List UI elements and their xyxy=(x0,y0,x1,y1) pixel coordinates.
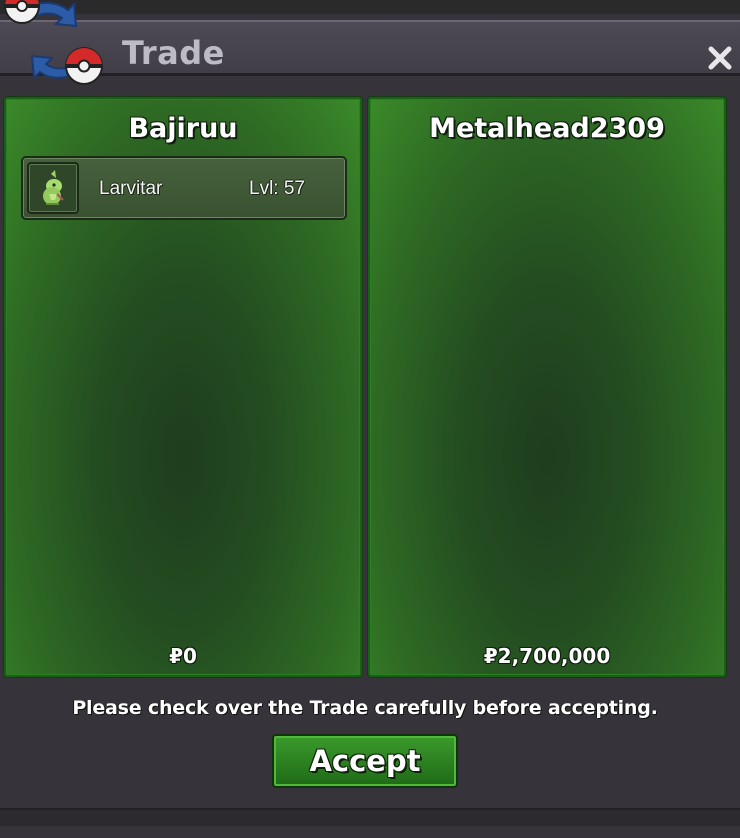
close-button[interactable] xyxy=(702,40,738,76)
my-money-offer: ₽0 xyxy=(169,644,197,668)
partner-offer-panel: Metalhead2309 ₽2,700,000 xyxy=(368,97,726,677)
trade-logo xyxy=(0,0,112,95)
pokemon-level: Lvl: 57 xyxy=(249,178,305,199)
pokemon-name: Larvitar xyxy=(99,178,163,199)
my-player-name: Bajiruu xyxy=(128,113,238,144)
larvitar-sprite-icon xyxy=(43,170,64,205)
partner-player-name: Metalhead2309 xyxy=(429,113,665,144)
accept-button[interactable]: Accept xyxy=(272,734,458,788)
trade-pokeball-arrows-icon xyxy=(4,0,103,85)
pokemon-slot-frame xyxy=(27,162,79,214)
offer-slot-pokemon[interactable]: Larvitar Lvl: 57 xyxy=(21,156,347,220)
my-offer-panel: Bajiruu Larvitar Lvl: 57 ₽0 xyxy=(4,97,362,677)
window-title: Trade xyxy=(122,34,225,72)
partner-money-offer: ₽2,700,000 xyxy=(483,644,611,668)
window-bottom-edge xyxy=(0,808,740,826)
close-icon xyxy=(708,46,732,70)
trade-notice: Please check over the Trade carefully be… xyxy=(72,697,658,719)
trade-window: Trade Bajiruu Larvitar Lvl: 57 ₽0 Metalh… xyxy=(0,14,740,838)
